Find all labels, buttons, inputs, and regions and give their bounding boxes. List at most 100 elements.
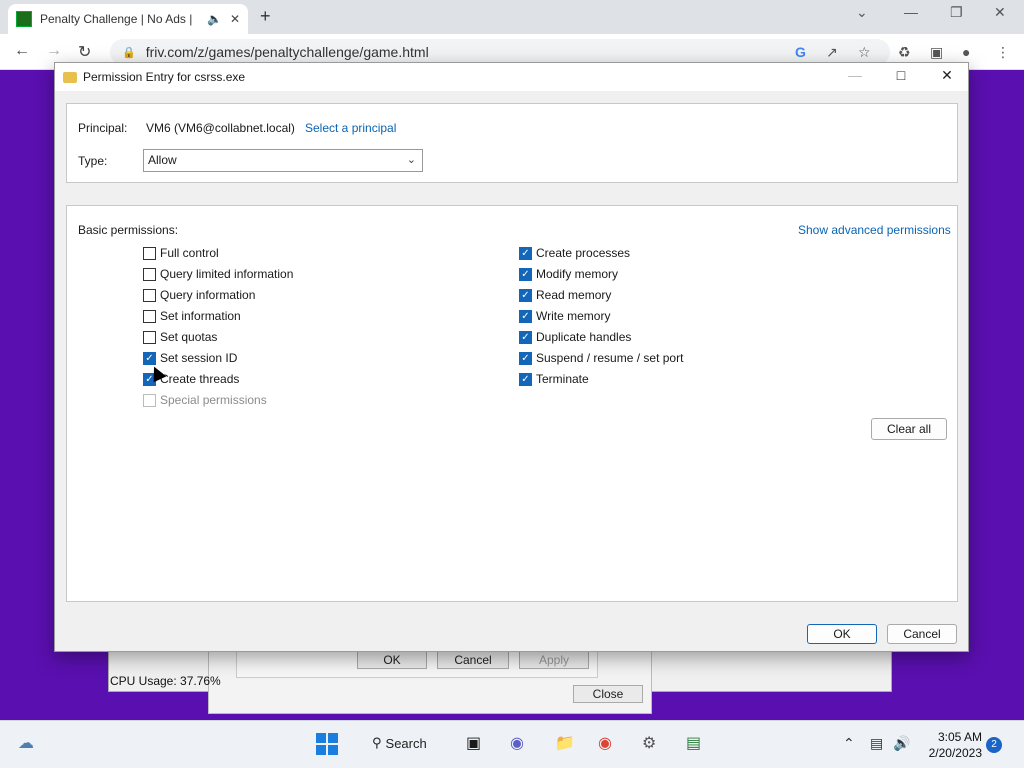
- checkbox-checked-icon[interactable]: ✓: [519, 330, 532, 344]
- principal-panel: Principal: VM6 (VM6@collabnet.local) Sel…: [66, 103, 958, 183]
- permission-label: Set quotas: [160, 330, 218, 344]
- bg-apply-button[interactable]: Apply: [519, 651, 589, 669]
- chrome-icon[interactable]: ◉: [598, 733, 612, 753]
- permission-checkbox-row[interactable]: ✓ Read memory: [519, 287, 611, 303]
- lock-icon: 🔒: [122, 46, 136, 59]
- search-icon: ⚲: [372, 735, 382, 750]
- url-text: friv.com/z/games/penaltychallenge/game.h…: [145, 44, 429, 60]
- reload-icon[interactable]: ↻: [78, 42, 91, 62]
- minimize-icon[interactable]: —: [845, 67, 865, 83]
- checkbox-checked-icon[interactable]: ✓: [519, 309, 532, 323]
- permission-checkbox-row[interactable]: Set quotas: [143, 329, 217, 345]
- bg-close-button[interactable]: Close: [573, 685, 643, 703]
- close-window-icon[interactable]: ✕: [994, 4, 1006, 21]
- permission-label: Query limited information: [160, 267, 294, 281]
- bg-ok-button[interactable]: OK: [357, 651, 427, 669]
- permission-checkbox-row[interactable]: Set information: [143, 308, 241, 324]
- permission-checkbox-row[interactable]: Query limited information: [143, 266, 293, 282]
- checkbox-checked-icon[interactable]: ✓: [519, 267, 532, 281]
- permission-label: Set information: [160, 309, 241, 323]
- taskbar-clock[interactable]: 3:05 AM 2/20/2023: [929, 729, 982, 761]
- windows-taskbar: ☁ ⚲ Search ▣ ◉ 📁 ◉ ⚙ ▤ ⌃ ▤ 🔊 3:05 AM 2/2…: [0, 720, 1024, 768]
- permission-checkbox-row[interactable]: ✓ Suspend / resume / set port: [519, 350, 683, 366]
- close-dialog-icon[interactable]: ✕: [937, 67, 957, 84]
- network-icon[interactable]: ▤: [870, 735, 883, 752]
- permission-checkbox-row[interactable]: Full control: [143, 245, 219, 261]
- checkbox-unchecked-icon[interactable]: [143, 267, 156, 281]
- clear-all-button[interactable]: Clear all: [871, 418, 947, 440]
- checkbox-checked-icon[interactable]: ✓: [143, 351, 156, 365]
- new-tab-icon[interactable]: +: [260, 6, 271, 27]
- permission-label: Read memory: [536, 288, 612, 302]
- forward-icon[interactable]: →: [46, 42, 62, 60]
- profile-icon[interactable]: ●: [962, 44, 970, 60]
- checkbox-checked-icon[interactable]: ✓: [519, 246, 532, 260]
- ok-button[interactable]: OK: [807, 624, 877, 644]
- permission-checkbox-row[interactable]: ✓ Set session ID: [143, 350, 237, 366]
- checkbox-unchecked-icon[interactable]: [143, 288, 156, 302]
- permission-checkbox-row[interactable]: ✓ Duplicate handles: [519, 329, 631, 345]
- checkbox-checked-icon[interactable]: ✓: [519, 288, 532, 302]
- notification-badge[interactable]: 2: [986, 737, 1002, 753]
- sidepanel-icon[interactable]: ▣: [930, 44, 943, 61]
- checkbox-checked-icon[interactable]: ✓: [519, 372, 532, 386]
- chevron-up-icon[interactable]: ⌃: [843, 735, 855, 752]
- minimize-icon[interactable]: —: [904, 4, 918, 20]
- permission-label: Terminate: [536, 372, 589, 386]
- type-select[interactable]: Allow ⌄: [143, 149, 423, 172]
- start-icon-square: [328, 733, 338, 743]
- game-favicon-icon: [16, 11, 32, 27]
- share-icon[interactable]: ↗: [826, 44, 838, 61]
- checkbox-unchecked-icon[interactable]: [143, 393, 156, 407]
- taskbar-search-button[interactable]: ⚲ Search: [372, 735, 427, 751]
- cancel-button[interactable]: Cancel: [887, 624, 957, 644]
- type-label: Type:: [78, 154, 108, 168]
- permission-label: Full control: [160, 246, 219, 260]
- permission-checkbox-row[interactable]: Query information: [143, 287, 255, 303]
- select-principal-link[interactable]: Select a principal: [305, 121, 396, 135]
- volume-icon[interactable]: 🔊: [893, 735, 910, 752]
- permission-label: Create threads: [160, 372, 240, 386]
- bg-cancel-button[interactable]: Cancel: [437, 651, 509, 669]
- permission-label: Duplicate handles: [536, 330, 632, 344]
- checkbox-unchecked-icon[interactable]: [143, 246, 156, 260]
- permission-checkbox-row[interactable]: ✓ Terminate: [519, 371, 589, 387]
- permission-checkbox-row[interactable]: ✓ Modify memory: [519, 266, 618, 282]
- settings-icon[interactable]: ⚙: [642, 733, 656, 753]
- permission-label: Query information: [160, 288, 256, 302]
- weather-icon[interactable]: ☁: [18, 733, 34, 753]
- checkbox-unchecked-icon[interactable]: [143, 330, 156, 344]
- chat-icon[interactable]: ◉: [510, 733, 524, 753]
- close-tab-icon[interactable]: ✕: [230, 12, 240, 26]
- task-view-icon[interactable]: ▣: [466, 733, 481, 753]
- browser-tab[interactable]: Penalty Challenge | No Ads | 🔈 ✕: [8, 4, 248, 34]
- star-icon[interactable]: ☆: [858, 44, 871, 61]
- permission-checkbox-row[interactable]: ✓ Create processes: [519, 245, 630, 261]
- file-explorer-icon[interactable]: 📁: [555, 733, 575, 753]
- checkbox-unchecked-icon[interactable]: [143, 309, 156, 323]
- dialog-title: Permission Entry for csrss.exe: [83, 70, 246, 84]
- restore-icon[interactable]: ❐: [950, 4, 963, 21]
- show-advanced-permissions-link[interactable]: Show advanced permissions: [798, 223, 951, 237]
- back-icon[interactable]: ←: [14, 42, 30, 60]
- chevron-down-icon: ⌄: [406, 154, 416, 166]
- extensions-icon[interactable]: ♻: [898, 44, 911, 61]
- basic-permissions-label: Basic permissions:: [78, 223, 179, 237]
- permission-checkbox-row[interactable]: ✓ Write memory: [519, 308, 610, 324]
- folder-icon: [63, 71, 77, 83]
- clock-date: 2/20/2023: [928, 746, 982, 760]
- task-manager-icon[interactable]: ▤: [686, 733, 701, 753]
- tab-title: Penalty Challenge | No Ads |: [40, 12, 193, 26]
- google-icon[interactable]: G: [795, 44, 806, 60]
- chevron-down-icon[interactable]: ⌄: [856, 4, 868, 21]
- checkbox-checked-icon[interactable]: ✓: [519, 351, 532, 365]
- start-icon-square: [316, 745, 326, 755]
- maximize-icon[interactable]: □: [891, 67, 911, 83]
- permission-label: Modify memory: [536, 267, 619, 281]
- menu-icon[interactable]: ⋮: [996, 44, 1010, 61]
- permission-checkbox-row[interactable]: Special permissions: [143, 392, 267, 408]
- permissions-panel: Basic permissions: Show advanced permiss…: [66, 205, 958, 602]
- start-icon-square: [328, 745, 338, 755]
- speaker-icon[interactable]: 🔈: [207, 12, 222, 26]
- start-button[interactable]: [316, 733, 338, 755]
